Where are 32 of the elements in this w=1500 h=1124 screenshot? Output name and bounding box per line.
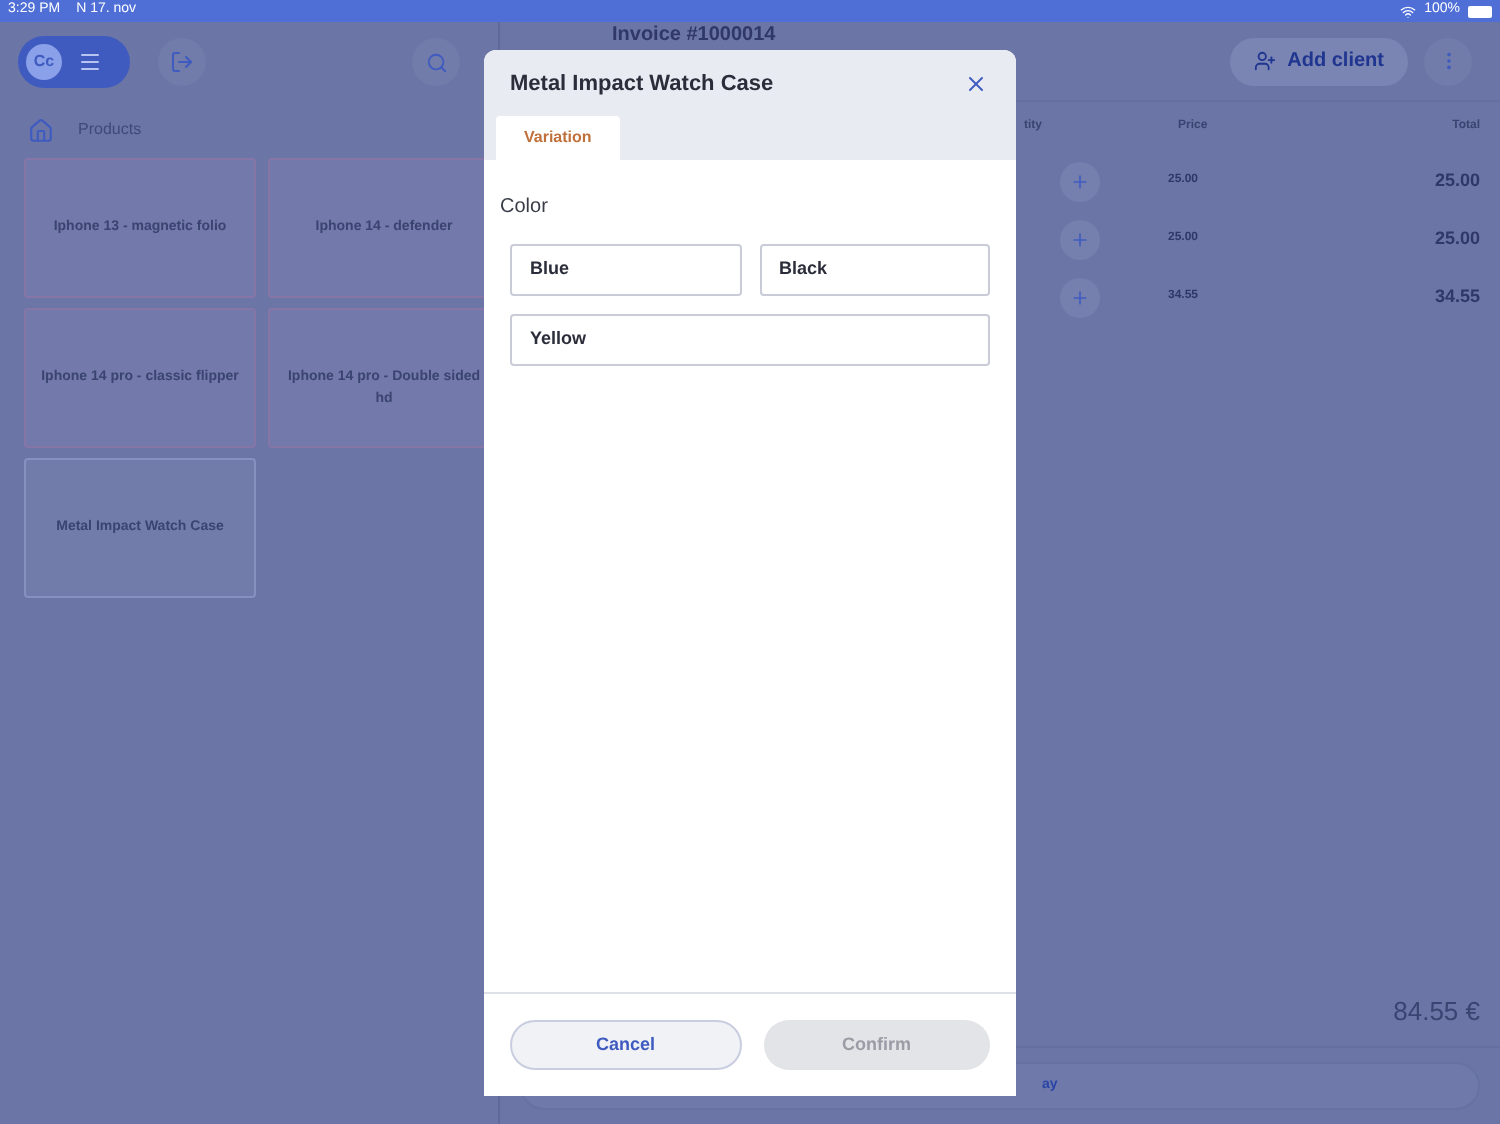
home-icon[interactable] (28, 117, 54, 143)
add-quantity-button[interactable] (1060, 219, 1100, 259)
search-button[interactable] (412, 38, 460, 86)
add-client-label: Add client (1287, 48, 1384, 76)
cancel-button[interactable]: Cancel (510, 1020, 741, 1070)
tab[interactable]: Variation (496, 116, 620, 160)
option-button[interactable]: Yellow (510, 314, 990, 366)
plus-icon (1070, 171, 1090, 191)
add-user-icon (1253, 50, 1276, 72)
logout-icon (170, 50, 194, 74)
battery-icon (1468, 5, 1492, 17)
close-icon (964, 72, 988, 96)
option-button[interactable]: Black (759, 244, 990, 296)
option-group-label: Color (500, 196, 548, 218)
logo: Cc (26, 44, 62, 80)
option-button[interactable]: Blue (510, 244, 741, 296)
logout-button[interactable] (158, 38, 206, 86)
more-button[interactable] (1424, 37, 1472, 85)
wifi-icon (1400, 3, 1417, 19)
add-client-button[interactable]: Add client (1229, 37, 1408, 85)
plus-icon (1070, 287, 1090, 307)
menu-icon (78, 50, 102, 74)
dialog-title: Metal Impact Watch Case (510, 69, 774, 100)
menu-button[interactable]: Cc (18, 36, 130, 88)
total-cell-text: 25.00 (1434, 225, 1480, 252)
add-quantity-button[interactable] (1060, 161, 1100, 201)
add-quantity-button[interactable] (1060, 277, 1100, 317)
plus-icon (1070, 229, 1090, 249)
total-cell-text: 34.55 (1434, 283, 1480, 310)
search-icon (425, 51, 447, 73)
invoice-title: Invoice #1000014 (612, 26, 776, 46)
total-cell-text: 25.00 (1434, 167, 1480, 194)
